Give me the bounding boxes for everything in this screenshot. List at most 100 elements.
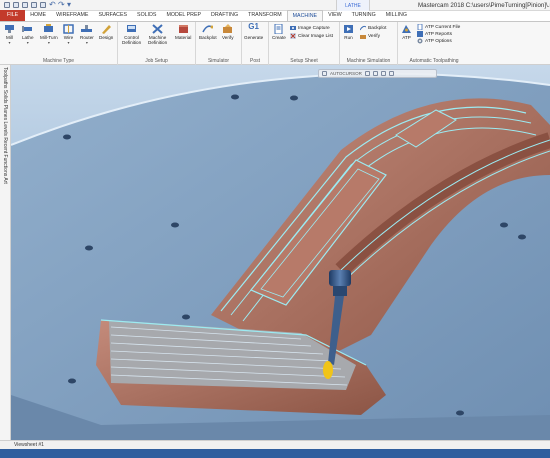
tab-view[interactable]: VIEW xyxy=(323,10,347,21)
atp-icon xyxy=(402,25,411,33)
selection-filter-icon[interactable] xyxy=(364,71,370,76)
manager-panel-tabs[interactable]: Toolpaths Solids Planes Levels Recent Fu… xyxy=(0,65,11,440)
redo-icon[interactable]: ↷ xyxy=(58,1,65,9)
group-label-post: Post xyxy=(249,58,260,64)
open-icon[interactable] xyxy=(13,2,19,8)
selection-mode-icon[interactable] xyxy=(322,71,327,76)
verify-icon xyxy=(223,24,233,33)
chevron-down-icon: ▾ xyxy=(67,40,70,45)
tab-file[interactable]: FILE xyxy=(0,10,26,21)
ribbon-tabs: FILE HOME WIREFRAME SURFACES SOLIDS MODE… xyxy=(0,10,550,22)
machine-sim-backplot-button[interactable]: Backplot xyxy=(360,25,386,31)
viewsheet-bar: Viewsheet #1 xyxy=(0,440,550,449)
mill-turn-icon xyxy=(44,24,54,32)
tool-holder xyxy=(329,270,351,286)
atp-reports-icon xyxy=(417,31,423,37)
tab-model-prep[interactable]: MODEL PREP xyxy=(161,10,206,21)
router-icon xyxy=(81,25,93,32)
create-setup-sheet-button[interactable]: Create xyxy=(272,24,286,40)
tab-machine[interactable]: MACHINE xyxy=(286,10,324,21)
tab-transform[interactable]: TRANSFORM xyxy=(243,10,287,21)
group-post: G1 Generate Post xyxy=(242,22,269,65)
wire-button[interactable]: Wire ▾ xyxy=(63,24,74,45)
group-machine-simulation: Run Backplot Verify Machine Simulation xyxy=(340,22,398,65)
lathe-icon xyxy=(22,26,33,32)
run-simulation-button[interactable]: Run xyxy=(343,24,354,40)
design-button[interactable]: Design xyxy=(99,24,113,40)
atp-reports-button[interactable]: ATP Reports xyxy=(417,31,452,37)
group-label-job-setup: Job Setup xyxy=(145,58,168,64)
material-icon xyxy=(178,25,188,33)
chevron-down-icon: ▾ xyxy=(47,40,50,45)
control-definition-icon xyxy=(127,25,137,32)
chevron-down-icon: ▾ xyxy=(8,40,11,45)
tab-surfaces[interactable]: SURFACES xyxy=(93,10,132,21)
selection-chain-icon[interactable] xyxy=(380,71,386,76)
group-label-setup-sheet: Setup Sheet xyxy=(290,58,318,64)
tab-solids[interactable]: SOLIDS xyxy=(132,10,161,21)
image-capture-icon xyxy=(290,26,296,30)
verify-button[interactable]: Verify xyxy=(222,24,234,40)
mill-icon xyxy=(5,25,14,33)
tab-drafting[interactable]: DRAFTING xyxy=(206,10,243,21)
undo-icon[interactable]: ↶ xyxy=(49,1,56,9)
tab-wireframe[interactable]: WIREFRAME xyxy=(51,10,93,21)
generate-button[interactable]: G1 Generate xyxy=(244,22,263,41)
manager-tabs-label[interactable]: Toolpaths Solids Planes Levels Recent Fu… xyxy=(2,67,8,184)
backplot-icon xyxy=(202,25,214,33)
clear-image-list-button[interactable]: Clear Image List xyxy=(290,33,333,39)
control-definition-button[interactable]: Control Definition xyxy=(122,24,141,45)
tab-milling[interactable]: MILLING xyxy=(381,10,412,21)
ribbon-panel: Mill ▾ Lathe ▾ Mill-Turn ▾ Wire ▾ Router… xyxy=(0,22,550,65)
group-label-machine-simulation: Machine Simulation xyxy=(346,58,391,64)
atp-current-file-icon xyxy=(417,24,423,30)
group-automatic-toolpathing: ATP ATP Current File ATP Reports ATP Opt… xyxy=(398,22,470,65)
viewsheet-tab[interactable]: Viewsheet #1 xyxy=(14,442,44,448)
run-simulation-icon xyxy=(344,25,353,33)
atp-options-icon xyxy=(417,38,423,44)
autocursor-label[interactable]: AUTOCURSOR xyxy=(330,71,362,76)
print-icon[interactable] xyxy=(40,2,46,8)
file-new-icon[interactable] xyxy=(4,2,10,8)
tool-tip xyxy=(323,361,333,379)
machine-sim-verify-button[interactable]: Verify xyxy=(360,33,380,39)
graphics-viewport[interactable]: AUTOCURSOR xyxy=(11,65,550,440)
atp-options-button[interactable]: ATP Options xyxy=(417,38,452,44)
group-machine-type: Mill ▾ Lathe ▾ Mill-Turn ▾ Wire ▾ Router… xyxy=(0,22,118,65)
mill-button[interactable]: Mill ▾ xyxy=(4,24,15,45)
group-simulator: Backplot Verify Simulator xyxy=(196,22,242,65)
machine-definition-button[interactable]: Machine Definition xyxy=(148,24,167,45)
group-setup-sheet: Create Image Capture Clear Image List Se… xyxy=(269,22,340,65)
group-label-simulator: Simulator xyxy=(207,58,230,64)
chevron-down-icon: ▾ xyxy=(26,40,29,45)
image-capture-button[interactable]: Image Capture xyxy=(290,25,330,31)
selection-minibar[interactable]: AUTOCURSOR xyxy=(318,69,437,78)
material-button[interactable]: Material xyxy=(175,24,191,40)
save-as-icon[interactable] xyxy=(31,2,37,8)
lathe-button[interactable]: Lathe ▾ xyxy=(22,24,34,45)
selection-solid-icon[interactable] xyxy=(372,71,378,76)
backplot-small-icon xyxy=(360,25,366,31)
clear-image-list-icon xyxy=(290,33,296,39)
atp-button[interactable]: ATP xyxy=(401,24,412,40)
group-label-automatic-toolpathing: Automatic Toolpathing xyxy=(409,58,459,64)
design-icon xyxy=(101,25,111,34)
group-job-setup: Control Definition Machine Definition Ma… xyxy=(118,22,196,65)
quick-access-toolbar: ↶ ↷ ▾ xyxy=(0,1,73,9)
status-bar xyxy=(0,449,550,458)
customize-icon[interactable]: ▾ xyxy=(67,1,73,9)
atp-current-file-button[interactable]: ATP Current File xyxy=(417,24,460,30)
chevron-down-icon: ▾ xyxy=(85,40,88,45)
machine-definition-icon xyxy=(152,24,163,34)
selection-window-icon[interactable] xyxy=(388,71,394,76)
backplot-button[interactable]: Backplot xyxy=(199,24,217,40)
router-button[interactable]: Router ▾ xyxy=(80,24,94,45)
g1-icon: G1 xyxy=(248,22,259,31)
create-setup-sheet-icon xyxy=(274,24,283,34)
tab-turning[interactable]: TURNING xyxy=(347,10,381,21)
mill-turn-button[interactable]: Mill-Turn ▾ xyxy=(40,24,58,45)
group-label-machine-type: Machine Type xyxy=(42,58,75,64)
verify-small-icon xyxy=(360,35,366,39)
tab-home[interactable]: HOME xyxy=(25,10,51,21)
save-icon[interactable] xyxy=(22,2,28,8)
